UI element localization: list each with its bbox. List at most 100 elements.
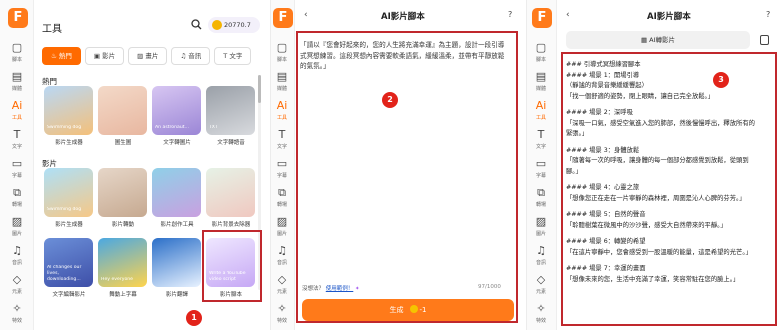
back-button[interactable]: ‹ — [566, 10, 570, 20]
rail-item-2[interactable]: Ai 工具 — [0, 100, 34, 130]
rail-item-5[interactable]: ⧉ 轉場 — [0, 187, 34, 217]
tool-card[interactable]: Swimming dog — [44, 86, 93, 135]
card-art-text: Swimming dog — [47, 125, 82, 130]
app-logo: F — [532, 8, 552, 28]
tool-card-label: 影片創作工具 — [160, 222, 194, 228]
tools-title: 工具 — [42, 24, 62, 35]
tool-card-label: 影片生成器 — [55, 140, 83, 146]
rail-item-7[interactable]: ♫ 音訊 — [270, 245, 294, 275]
tool-card-label: 影片翻譯 — [165, 292, 188, 298]
tool-card[interactable] — [98, 86, 147, 135]
rail-item-8[interactable]: ◇ 元素 — [526, 274, 556, 304]
tool-card[interactable] — [98, 168, 147, 217]
window-icon: ▢ — [535, 41, 547, 54]
subtitle-icon: ▭ — [535, 157, 547, 170]
tab-video-label: 影片 — [102, 52, 116, 60]
tool-card[interactable]: Hey everyone — [98, 238, 147, 287]
tool-card[interactable] — [152, 238, 201, 287]
rail-item-7[interactable]: ♫ 音訊 — [526, 245, 556, 275]
rail-item-3[interactable]: T 文字 — [0, 129, 34, 159]
panel2-title: AI影片腳本 — [381, 12, 425, 22]
tool-card[interactable]: Swimming dog — [44, 168, 93, 217]
rail-item-1[interactable]: ▤ 媒體 — [526, 71, 556, 101]
tool-card[interactable]: AI changes our lives, downloading... — [44, 238, 93, 287]
rail-item-3[interactable]: T 文字 — [526, 129, 556, 159]
tab-video[interactable]: ▣ 影片 — [84, 47, 125, 65]
card-art-text: An astronaut... — [155, 125, 189, 130]
help-icon[interactable]: ? — [508, 10, 512, 19]
rail-item-label: 音訊 — [276, 260, 287, 266]
coin-icon — [409, 305, 418, 313]
rail-item-label: 腳本 — [11, 57, 22, 63]
coin-balance[interactable]: 20770.7 — [208, 17, 260, 33]
search-icon[interactable] — [191, 19, 202, 33]
tab-hot[interactable]: ♨ 熱門 — [42, 47, 81, 65]
rail-item-4[interactable]: ▭ 字幕 — [526, 158, 556, 188]
rail-item-0[interactable]: ▢ 腳本 — [0, 42, 34, 72]
rail-item-5[interactable]: ⧉ 轉場 — [270, 187, 294, 217]
rail-item-8[interactable]: ◇ 元素 — [0, 274, 34, 304]
ai-icon: Ai — [276, 99, 288, 112]
tool-card[interactable] — [152, 168, 201, 217]
use-example-link[interactable]: 使用範例！ — [326, 286, 354, 292]
tool-card[interactable]: An astronaut... — [152, 86, 201, 135]
tab-audio[interactable]: ♫ 音訊 — [171, 47, 211, 65]
card-art-text: Swimming dog — [47, 207, 82, 212]
ai-icon: Ai — [535, 99, 547, 112]
rail-item-2[interactable]: Ai 工具 — [526, 100, 556, 130]
rail-item-6[interactable]: ▨ 圖片 — [0, 216, 34, 246]
rail-item-label: 元素 — [276, 289, 287, 295]
rail-item-9[interactable]: ✧ 特效 — [0, 303, 34, 330]
tab-image[interactable]: ▨ 畫片 — [128, 47, 168, 65]
script-line: #### 場景 3：身體放鬆 — [566, 146, 640, 154]
highlight-box-1 — [202, 230, 262, 302]
rail-item-2[interactable]: Ai 工具 — [270, 100, 294, 130]
rail-item-9[interactable]: ✧ 特效 — [526, 303, 556, 330]
rail-item-8[interactable]: ◇ 元素 — [270, 274, 294, 304]
rail-item-4[interactable]: ▭ 字幕 — [270, 158, 294, 188]
tool-card-label: 文字轉語音 — [217, 140, 245, 146]
video-icon: ▣ — [93, 52, 101, 60]
rail-item-1[interactable]: ▤ 媒體 — [270, 71, 294, 101]
rail-item-0[interactable]: ▢ 腳本 — [270, 42, 294, 72]
prompt-input[interactable]: 「請以『您會好起來的，您的人生將充滿幸運』為主題，設計一段引導式冥想練習。這段冥… — [300, 40, 508, 72]
rail-item-label: 文字 — [535, 144, 546, 150]
window-icon: ▢ — [276, 41, 288, 54]
ai-to-video-button[interactable]: ▦ AI轉影片 — [566, 31, 750, 49]
help-icon[interactable]: ? — [766, 10, 770, 19]
rail-item-1[interactable]: ▤ 媒體 — [0, 71, 34, 101]
copy-icon[interactable] — [760, 35, 769, 45]
rail-item-label: 工具 — [535, 115, 546, 121]
sparkle-icon: ✦ — [355, 286, 360, 292]
tab-text[interactable]: T 文字 — [214, 47, 252, 65]
rail-item-6[interactable]: ▨ 圖片 — [526, 216, 556, 246]
rail-item-label: 轉場 — [535, 202, 546, 208]
music-icon: ♫ — [536, 244, 546, 257]
step-badge-1: 1 — [186, 310, 202, 326]
rail-item-label: 圖片 — [11, 231, 22, 237]
rail-item-5[interactable]: ⧉ 轉場 — [526, 187, 556, 217]
rail-item-7[interactable]: ♫ 音訊 — [0, 245, 34, 275]
rail-item-label: 媒體 — [276, 86, 287, 92]
window-icon: ▢ — [11, 41, 23, 54]
transition-icon: ⧉ — [13, 186, 21, 199]
tool-card[interactable]: TXT — [206, 86, 255, 135]
generate-button[interactable]: 生成 -1 — [302, 299, 514, 321]
tab-audio-label: 音訊 — [188, 52, 202, 60]
card-art-text: AI changes our lives, downloading... — [47, 265, 82, 282]
rail-item-label: 文字 — [276, 144, 287, 150]
tool-card[interactable] — [206, 168, 255, 217]
element-icon: ◇ — [12, 273, 22, 286]
rail-item-0[interactable]: ▢ 腳本 — [526, 42, 556, 72]
rail-item-9[interactable]: ✧ 特效 — [270, 303, 294, 330]
rail-item-6[interactable]: ▨ 圖片 — [270, 216, 294, 246]
rail-item-4[interactable]: ▭ 字幕 — [0, 158, 34, 188]
scrollbar-thumb[interactable] — [258, 75, 261, 103]
app-logo: F — [8, 8, 28, 28]
image-icon: ▨ — [11, 215, 23, 228]
rail-item-3[interactable]: T 文字 — [270, 129, 294, 159]
rail-item-label: 轉場 — [276, 202, 287, 208]
calendar-icon: ▦ — [640, 36, 648, 44]
back-button[interactable]: ‹ — [304, 10, 308, 20]
text-icon: T — [537, 128, 545, 141]
